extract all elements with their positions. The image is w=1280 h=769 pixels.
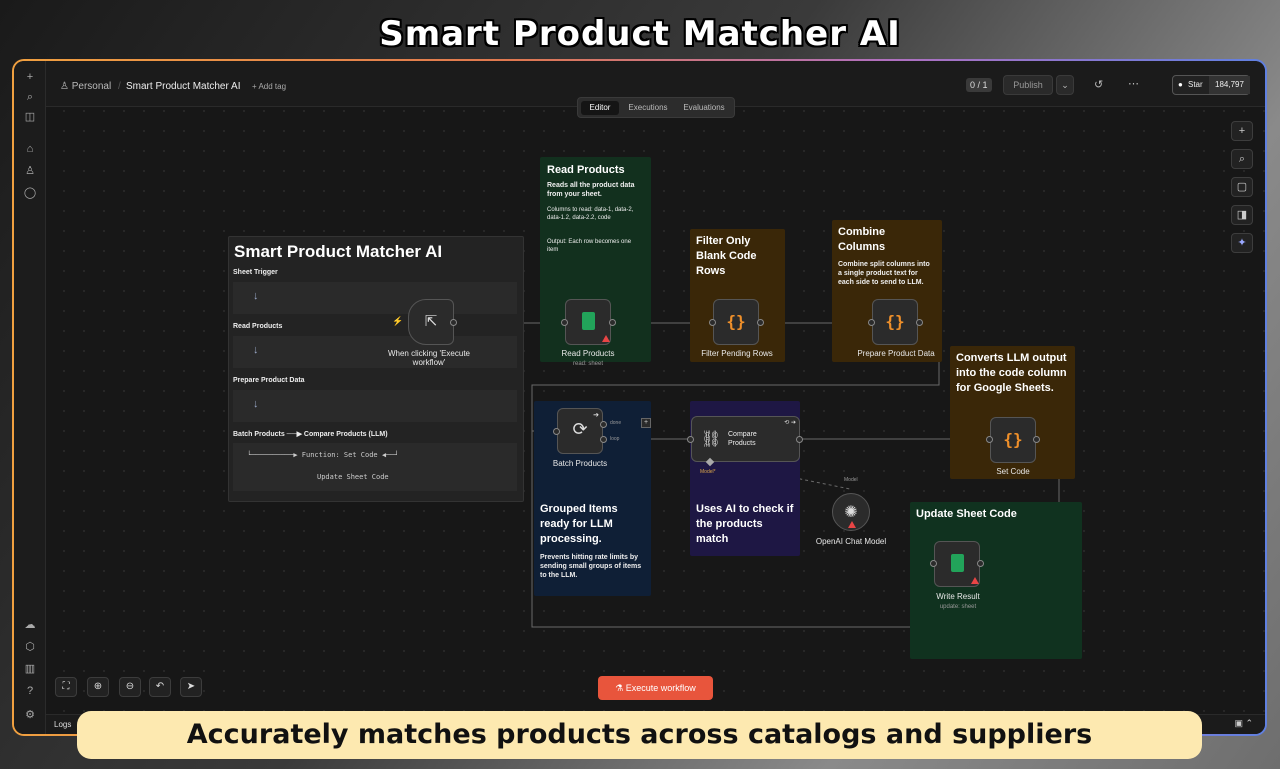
sticky-title: Converts LLM output into the code column… bbox=[956, 352, 1067, 394]
node-subtitle: read: sheet bbox=[572, 361, 604, 367]
sticky-body: Reads all the product data from your she… bbox=[547, 182, 635, 198]
overview-sticky[interactable]: Smart Product Matcher AI Sheet Trigger ↓… bbox=[228, 236, 524, 502]
port-label: Model* bbox=[700, 469, 716, 475]
read-products-node[interactable] bbox=[565, 299, 611, 345]
done-port[interactable] bbox=[600, 421, 607, 428]
overview-section-label: Batch Products ──▶ Compare Products (LLM… bbox=[233, 431, 388, 438]
zoom-out-icon[interactable]: ⊖ bbox=[119, 677, 141, 697]
execute-workflow-button[interactable]: ⚗ Execute workflow bbox=[598, 676, 713, 700]
sticky-title: Update Sheet Code bbox=[916, 508, 1017, 520]
code-braces-icon: {} bbox=[885, 312, 905, 331]
node-label: Batch Products bbox=[552, 459, 608, 468]
execute-label: Execute workflow bbox=[625, 683, 696, 693]
trigger-node[interactable]: ⇱ bbox=[408, 299, 454, 345]
input-port[interactable] bbox=[986, 436, 993, 443]
output-port[interactable] bbox=[796, 436, 803, 443]
zoom-in-icon[interactable]: ⊕ bbox=[87, 677, 109, 697]
loop-port[interactable] bbox=[600, 436, 607, 443]
batch-node[interactable]: ⟳ ➔ bbox=[557, 408, 603, 454]
write-result-node[interactable] bbox=[934, 541, 980, 587]
link-icon: ⛓ bbox=[701, 431, 722, 448]
input-port[interactable] bbox=[687, 436, 694, 443]
arrow-right-icon: ➔ bbox=[593, 412, 599, 419]
banner-title: Smart Product Matcher AI bbox=[379, 14, 901, 54]
overview-row: ↓ bbox=[233, 390, 517, 422]
filter-node[interactable]: {} bbox=[713, 299, 759, 345]
warning-icon bbox=[848, 521, 856, 528]
output-port[interactable] bbox=[450, 319, 457, 326]
node-label: Prepare Product Data bbox=[857, 349, 935, 358]
overview-section-label: Sheet Trigger bbox=[233, 269, 278, 276]
app-frame: + ⌕ ◫ ⌂ ♙ ◯ ☁ ⬡ ▥ ? ⚙ ♙ Personal / Smart… bbox=[12, 59, 1267, 736]
sticky-body: Prevents hitting rate limits by sending … bbox=[540, 554, 642, 579]
compare-products-node[interactable]: ⛓ Compare Products ⟲ ➔ bbox=[691, 416, 800, 462]
overview-diagram-row: └──────────▶ Function: Set Code ◀──┘ Upd… bbox=[233, 443, 517, 491]
flask-icon: ⚗ bbox=[615, 683, 624, 693]
port-label: Model bbox=[844, 477, 858, 483]
node-label: Write Result bbox=[936, 592, 980, 601]
output-port[interactable] bbox=[1033, 436, 1040, 443]
node-label: Filter Pending Rows bbox=[701, 349, 773, 358]
prepare-node[interactable]: {} bbox=[872, 299, 918, 345]
logs-label: Logs bbox=[54, 720, 72, 729]
sticky-body: Columns to read: data-1, data-2, data-1.… bbox=[547, 207, 634, 221]
sticky-title: Uses AI to check if the products match bbox=[696, 503, 794, 545]
node-actions-icon[interactable]: ⟲ ➔ bbox=[784, 419, 796, 426]
output-port[interactable] bbox=[977, 560, 984, 567]
sticky-title: Filter Only Blank Code Rows bbox=[696, 235, 757, 277]
add-node-plus-icon[interactable]: + bbox=[641, 418, 651, 428]
node-label: OpenAI Chat Model bbox=[815, 537, 887, 546]
node-label-line: Compare bbox=[728, 431, 757, 438]
overview-section-label: Prepare Product Data bbox=[233, 377, 305, 384]
output-port[interactable] bbox=[757, 319, 764, 326]
undo-icon[interactable]: ↶ bbox=[149, 677, 171, 697]
node-label: When clicking 'Execute workflow' bbox=[387, 349, 470, 367]
caption-banner: Accurately matches products across catal… bbox=[77, 711, 1202, 759]
output-port[interactable] bbox=[916, 319, 923, 326]
overview-mini-line: └──────────▶ Function: Set Code ◀──┘ bbox=[247, 451, 399, 459]
input-port[interactable] bbox=[553, 428, 560, 435]
node-subtitle: update: sheet bbox=[939, 604, 977, 610]
input-port[interactable] bbox=[868, 319, 875, 326]
sticky-title: Combine Columns bbox=[838, 226, 886, 253]
port-label: done bbox=[610, 420, 622, 426]
input-port[interactable] bbox=[709, 319, 716, 326]
output-port[interactable] bbox=[609, 319, 616, 326]
down-arrow-icon: ↓ bbox=[253, 398, 259, 410]
overview-section-label: Read Products bbox=[233, 323, 283, 330]
openai-icon: ✺ bbox=[844, 504, 858, 521]
fit-view-icon[interactable]: ⛶ bbox=[55, 677, 77, 697]
warning-icon bbox=[971, 577, 979, 584]
sticky-title: Read Products bbox=[547, 164, 625, 176]
lightning-icon: ⚡ bbox=[392, 316, 404, 326]
input-port[interactable] bbox=[930, 560, 937, 567]
overview-title: Smart Product Matcher AI bbox=[234, 242, 443, 261]
node-label: Read Products bbox=[561, 349, 615, 358]
warning-icon bbox=[602, 335, 610, 342]
node-label-line: Products bbox=[728, 440, 756, 447]
openai-model-node[interactable]: ✺ bbox=[832, 493, 870, 531]
sticky-title: Grouped Items ready for LLM processing. bbox=[540, 503, 618, 545]
logs-toggle-icon[interactable]: ▣ ⌃ bbox=[1234, 718, 1253, 729]
google-sheets-icon bbox=[951, 554, 964, 572]
sticky-body: Combine split columns into a single prod… bbox=[838, 261, 930, 286]
port-label: loop bbox=[610, 436, 620, 442]
pointer-tool-icon[interactable]: ➤ bbox=[180, 677, 202, 697]
input-port[interactable] bbox=[561, 319, 568, 326]
node-label: Set Code bbox=[996, 467, 1030, 476]
n8n-editor: + ⌕ ◫ ⌂ ♙ ◯ ☁ ⬡ ▥ ? ⚙ ♙ Personal / Smart… bbox=[14, 61, 1265, 734]
overview-row: ↓ bbox=[233, 282, 517, 314]
cursor-icon: ⇱ bbox=[424, 313, 438, 330]
overview-mini-line: Update Sheet Code bbox=[317, 473, 389, 481]
sticky-body: Output: Each row becomes one item bbox=[547, 239, 632, 253]
code-braces-icon: {} bbox=[1003, 430, 1023, 449]
down-arrow-icon: ↓ bbox=[253, 290, 259, 302]
code-braces-icon: {} bbox=[726, 312, 746, 331]
set-code-node[interactable]: {} bbox=[990, 417, 1036, 463]
google-sheets-icon bbox=[582, 312, 595, 330]
down-arrow-icon: ↓ bbox=[253, 344, 259, 356]
loop-icon: ⟳ bbox=[572, 419, 588, 439]
